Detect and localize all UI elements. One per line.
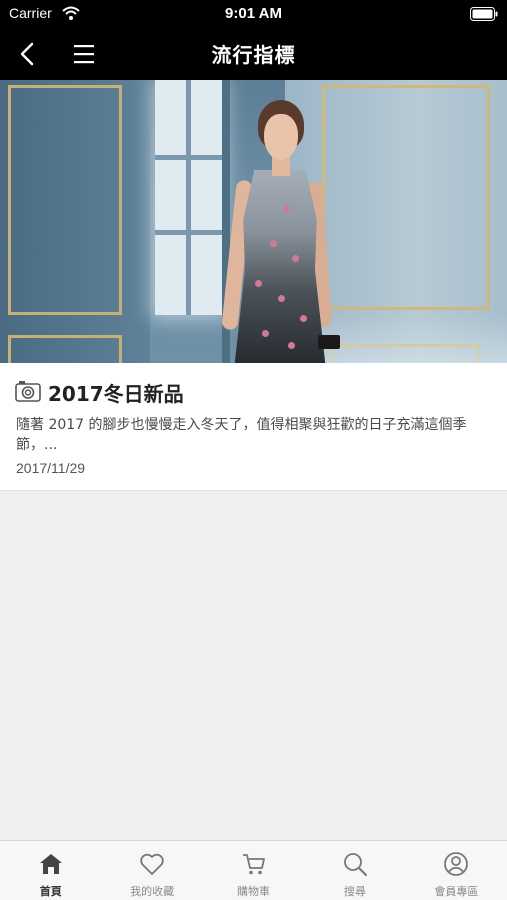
clutch-bag [318, 335, 340, 349]
tab-label: 搜尋 [343, 885, 366, 898]
tab-home[interactable]: 首頁 [0, 841, 101, 900]
status-bar: Carrier 9:01 AM [0, 0, 507, 28]
tab-search[interactable]: 搜尋 [304, 841, 405, 900]
top-bar: Carrier 9:01 AM 流行指標 [0, 0, 507, 80]
nav-bar: 流行指標 [0, 30, 507, 78]
cart-icon [242, 854, 265, 875]
article-date: 2017/11/29 [16, 460, 86, 476]
battery-icon [470, 7, 498, 21]
article-title: 2017冬日新品 [48, 382, 184, 406]
tab-label: 我的收藏 [130, 885, 175, 898]
article-excerpt: 隨著 2017 的腳步也慢慢走入冬天了，值得相聚與狂歡的日子充滿這個季節，... [16, 417, 467, 453]
article-card[interactable]: 2017冬日新品 隨著 2017 的腳步也慢慢走入冬天了，值得相聚與狂歡的日子充… [0, 363, 507, 491]
window [155, 80, 223, 315]
tab-bar: 首頁 我的收藏 購物車 搜尋 會員專區 [0, 840, 507, 900]
tab-favorites[interactable]: 我的收藏 [101, 841, 202, 900]
home-icon [39, 854, 62, 874]
camera-icon [15, 381, 41, 402]
tab-label: 會員專區 [434, 885, 479, 898]
tab-label: 購物車 [237, 885, 271, 898]
tab-member[interactable]: 會員專區 [406, 841, 507, 900]
model-face [264, 114, 298, 160]
page-title: 流行指標 [211, 43, 296, 67]
hero-image[interactable] [0, 80, 507, 363]
heart-icon [140, 853, 164, 875]
user-icon [444, 852, 469, 876]
tab-label: 首頁 [39, 885, 62, 898]
tab-cart[interactable]: 購物車 [203, 841, 304, 900]
search-icon [344, 853, 367, 876]
status-time: 9:01 AM [225, 5, 282, 22]
